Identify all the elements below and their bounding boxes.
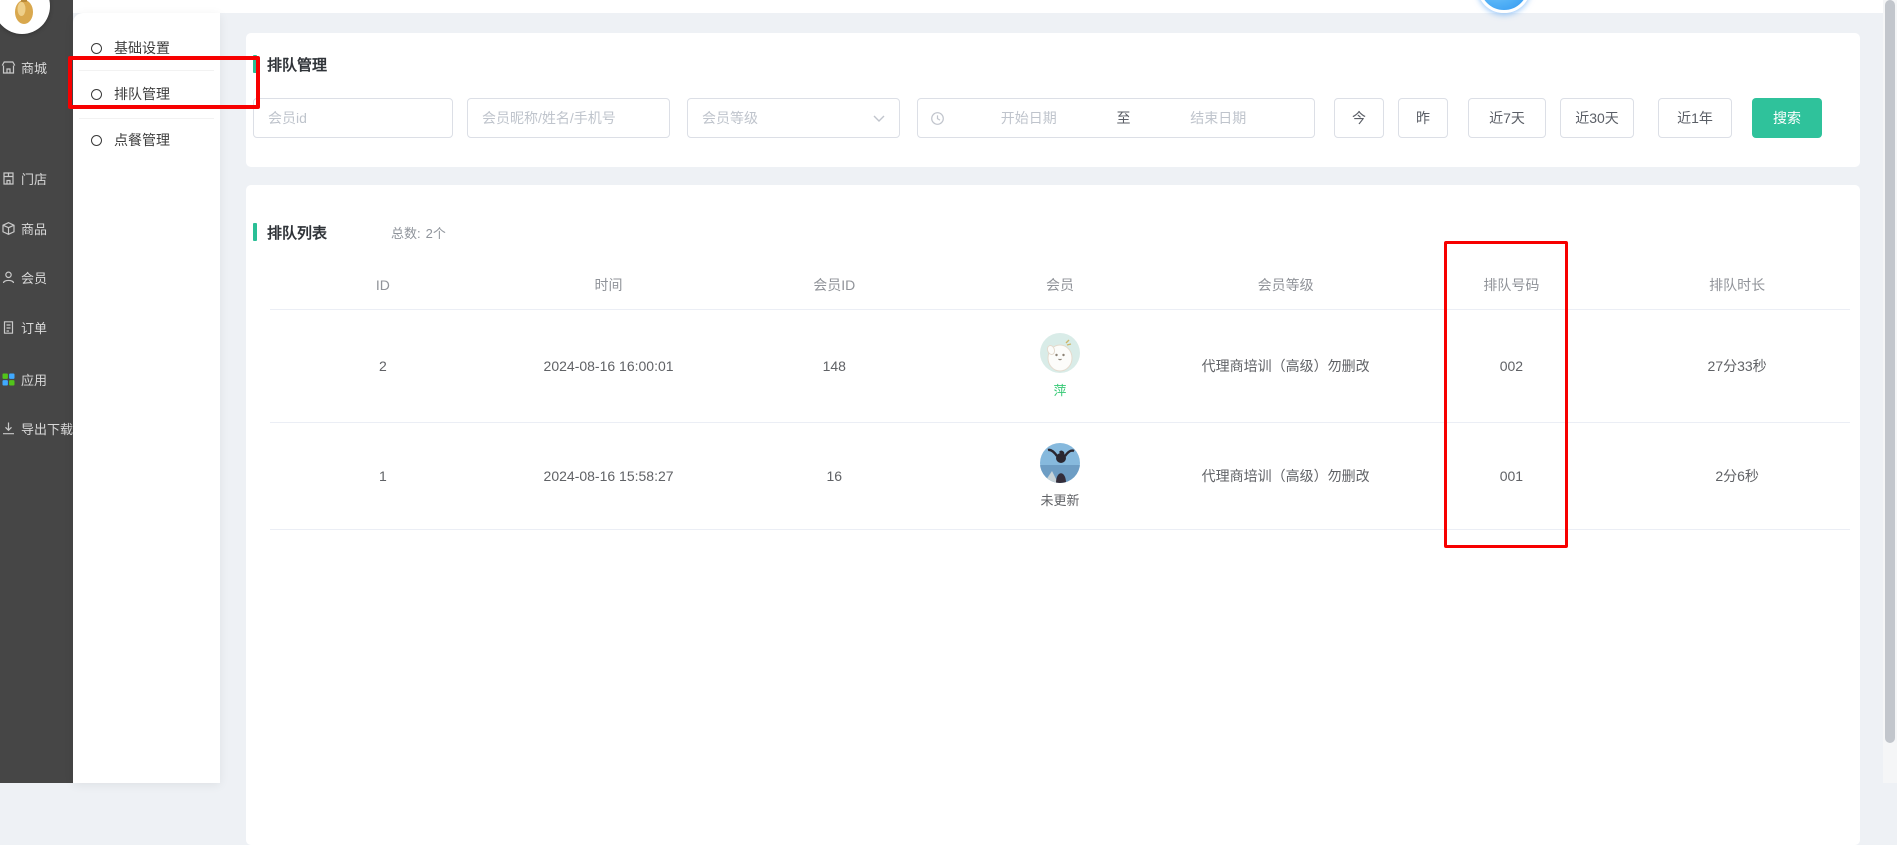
chevron-down-icon — [873, 109, 885, 127]
quick-btn-today[interactable]: 今 — [1334, 98, 1384, 138]
date-separator: 至 — [1113, 108, 1135, 128]
title-accent-bar — [253, 223, 257, 241]
cell-queue-duration: 27分33秒 — [1624, 310, 1850, 423]
list-title: 排队列表 — [267, 222, 327, 243]
col-header-member-id: 会员ID — [721, 260, 947, 310]
col-header-id: ID — [270, 260, 496, 310]
queue-filter-card: 排队管理 会员等级 开始日期 至 结束日期 今 昨 近7天 近30天 近1年 搜… — [246, 33, 1860, 167]
quick-btn-7days[interactable]: 近7天 — [1468, 98, 1546, 138]
member-name[interactable]: 未更新 — [1040, 490, 1079, 509]
submenu-item-label: 基础设置 — [114, 38, 170, 58]
sidebar-item-label: 门店 — [21, 169, 47, 188]
sidebar-item-goods[interactable]: 商品 — [0, 217, 73, 239]
queue-table: ID 时间 会员ID 会员 会员等级 排队号码 排队时长 2 2024-08-1… — [270, 260, 1850, 530]
cell-member: 萍 — [947, 310, 1173, 423]
cell-member-id: 148 — [721, 310, 947, 423]
sidebar-item-apps[interactable]: 应用 — [0, 368, 73, 390]
cell-queue-number: 002 — [1399, 310, 1625, 423]
member-avatar — [1040, 333, 1080, 373]
radio-circle-icon — [91, 89, 102, 100]
cell-member-id: 16 — [721, 423, 947, 530]
search-button[interactable]: 搜索 — [1752, 98, 1822, 138]
page-title: 排队管理 — [267, 54, 327, 75]
sidebar-item-store[interactable]: 门店 — [0, 167, 73, 189]
sidebar-item-label: 会员 — [21, 268, 47, 287]
submenu-item-label: 排队管理 — [114, 84, 170, 104]
sidebar-item-order[interactable]: 订单 — [0, 316, 73, 338]
queue-list-card: 排队列表 总数: 2个 ID 时间 会员ID 会员 会员等级 排队号码 排队时长 — [246, 185, 1860, 845]
sidebar-item-mall[interactable]: 商城 — [0, 56, 73, 78]
member-avatar — [1040, 443, 1080, 483]
col-header-member: 会员 — [947, 260, 1173, 310]
member-icon — [1, 270, 16, 285]
goods-icon — [1, 221, 16, 236]
cell-id: 1 — [270, 423, 496, 530]
table-row: 1 2024-08-16 15:58:27 16 — [270, 423, 1850, 530]
col-header-queue-number: 排队号码 — [1399, 260, 1625, 310]
vertical-scrollbar — [1883, 0, 1897, 783]
total-count: 总数: 2个 — [391, 223, 446, 242]
total-value: 2个 — [426, 223, 446, 242]
cell-time: 2024-08-16 16:00:01 — [496, 310, 722, 423]
submenu-item-label: 点餐管理 — [114, 130, 170, 150]
col-header-queue-duration: 排队时长 — [1624, 260, 1850, 310]
main-content: 排队管理 会员等级 开始日期 至 结束日期 今 昨 近7天 近30天 近1年 搜… — [220, 13, 1883, 783]
mall-icon — [1, 60, 16, 75]
brand-avatar[interactable] — [0, 0, 50, 34]
sidebar-item-member[interactable]: 会员 — [0, 266, 73, 288]
col-header-time: 时间 — [496, 260, 722, 310]
cell-member-level: 代理商培训（高级）勿删改 — [1173, 310, 1399, 423]
col-header-member-level: 会员等级 — [1173, 260, 1399, 310]
table-header-row: ID 时间 会员ID 会员 会员等级 排队号码 排队时长 — [270, 260, 1850, 310]
radio-circle-icon — [91, 135, 102, 146]
date-range-picker[interactable]: 开始日期 至 结束日期 — [917, 98, 1315, 138]
submenu-item-queue-management[interactable]: 排队管理 — [73, 71, 220, 117]
cell-member-level: 代理商培训（高级）勿删改 — [1173, 423, 1399, 530]
submenu-panel: 基础设置 排队管理 点餐管理 — [73, 13, 220, 783]
sidebar-item-export-download[interactable]: 导出下载 — [0, 417, 73, 439]
cell-queue-duration: 2分6秒 — [1624, 423, 1850, 530]
submenu-item-ordering-management[interactable]: 点餐管理 — [73, 119, 220, 161]
cell-member: 未更新 — [947, 423, 1173, 530]
submenu-item-basic-settings[interactable]: 基础设置 — [73, 27, 220, 69]
download-icon — [1, 421, 16, 436]
cell-id: 2 — [270, 310, 496, 423]
select-placeholder: 会员等级 — [702, 108, 873, 128]
member-id-input[interactable] — [253, 98, 453, 138]
table-row: 2 2024-08-16 16:00:01 148 — [270, 310, 1850, 423]
member-name-input[interactable] — [467, 98, 670, 138]
store-icon — [1, 171, 16, 186]
sidebar-item-label: 应用 — [21, 370, 47, 389]
quick-btn-1year[interactable]: 近1年 — [1658, 98, 1732, 138]
quick-btn-yesterday[interactable]: 昨 — [1398, 98, 1448, 138]
radio-circle-icon — [91, 43, 102, 54]
end-date-placeholder[interactable]: 结束日期 — [1135, 108, 1303, 128]
clock-icon — [930, 111, 945, 126]
start-date-placeholder[interactable]: 开始日期 — [945, 108, 1113, 128]
quick-btn-30days[interactable]: 近30天 — [1560, 98, 1634, 138]
main-sidebar: 商城 门店 商品 会员 订单 应用 导出下载 — [0, 0, 73, 783]
order-icon — [1, 320, 16, 335]
cell-time: 2024-08-16 15:58:27 — [496, 423, 722, 530]
cell-queue-number: 001 — [1399, 423, 1625, 530]
perfume-bottle-logo — [0, 0, 50, 34]
sidebar-item-label: 商品 — [21, 219, 47, 238]
title-accent-bar — [253, 55, 257, 73]
member-name[interactable]: 萍 — [1053, 380, 1066, 399]
sidebar-item-label: 订单 — [21, 318, 47, 337]
sidebar-item-label: 商城 — [21, 58, 47, 77]
member-level-select[interactable]: 会员等级 — [687, 98, 900, 138]
header-bar — [73, 0, 1883, 13]
scrollbar-thumb[interactable] — [1885, 0, 1895, 743]
sidebar-item-label: 导出下载 — [21, 419, 73, 438]
apps-icon — [1, 372, 16, 387]
total-label: 总数: — [391, 223, 421, 242]
